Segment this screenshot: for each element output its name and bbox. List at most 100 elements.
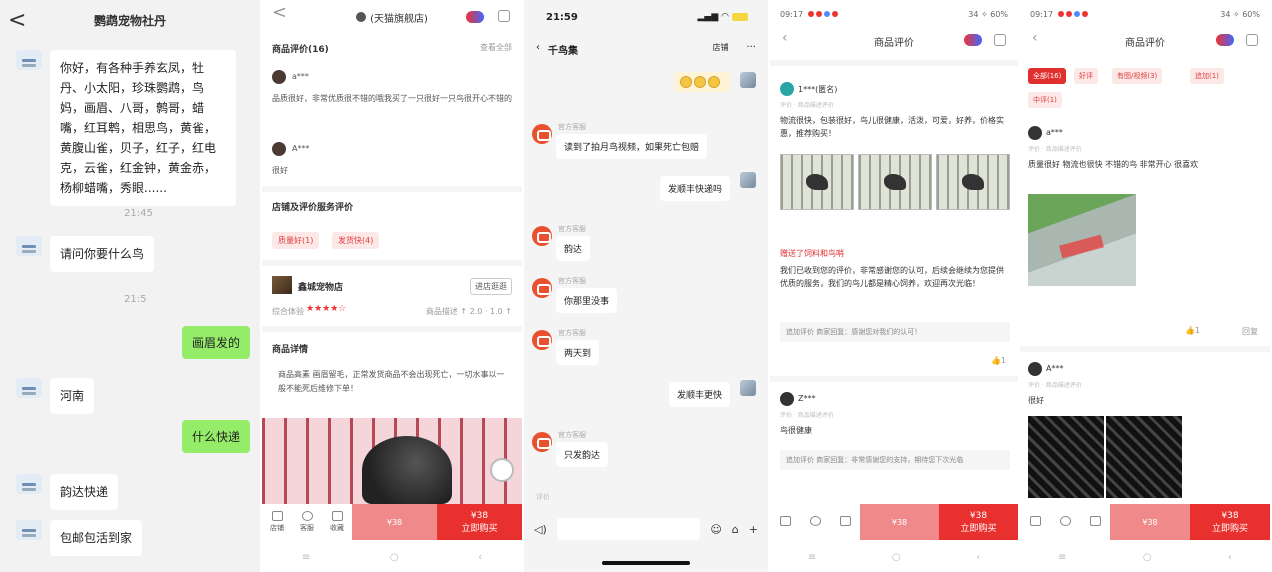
shop-name[interactable]: 鑫城宠物店 (298, 280, 343, 293)
buy-now-button[interactable]: ¥38 立即购买 (1190, 504, 1270, 540)
share-icon[interactable] (498, 10, 510, 22)
timestamp: 21:45 (124, 208, 153, 219)
chat-header: ‹ 千鸟集 店铺 ··· (536, 42, 756, 57)
share-icon[interactable] (994, 34, 1006, 46)
seller-avatar[interactable] (16, 520, 42, 540)
theme-toggle-icon[interactable] (964, 34, 982, 46)
shop-avatar[interactable] (532, 432, 552, 452)
back-chevron-icon[interactable]: ‹ (536, 42, 540, 57)
message-bubble: 两天到 (556, 340, 600, 365)
seller-avatar[interactable] (16, 50, 42, 70)
home-nav-icon[interactable]: ○ (390, 552, 399, 563)
back-arrow-icon[interactable]: < (8, 8, 26, 33)
favorite-icon-button[interactable] (1080, 504, 1110, 540)
buy-now-button[interactable]: ¥38 立即购买 (437, 504, 522, 540)
home-indicator[interactable] (602, 561, 690, 565)
product-photo[interactable] (262, 418, 522, 504)
chat-input-bar: ◁) ☺ ⌂ + (524, 514, 768, 544)
shop-avatar[interactable] (532, 330, 552, 350)
store-name: (天猫旗舰店) (370, 13, 428, 25)
enter-shop-button[interactable]: 进店逛逛 (470, 278, 512, 295)
back-nav-icon[interactable]: ‹ (1228, 552, 1232, 563)
section-divider (262, 326, 522, 332)
home-nav-icon[interactable]: ○ (1143, 552, 1152, 563)
user-avatar (1028, 126, 1042, 140)
message-input[interactable] (556, 518, 701, 540)
store-title[interactable]: (天猫旗舰店) (356, 10, 428, 25)
shop-icon-button[interactable] (770, 504, 800, 540)
favorite-icon-button[interactable]: 收藏 (322, 504, 352, 540)
store-link[interactable]: 店铺 (712, 42, 728, 57)
review-photo[interactable] (1028, 194, 1136, 286)
bird-image (362, 436, 452, 504)
back-arrow-icon[interactable]: < (272, 2, 287, 23)
like-count[interactable]: 👍1 (1185, 326, 1200, 335)
like-count[interactable]: 👍1 (991, 356, 1006, 365)
user-avatar[interactable] (740, 380, 756, 396)
merchant-reply[interactable]: 追加评价 商家回复：感谢您对我们的认可！ (780, 322, 1010, 342)
seller-avatar[interactable] (16, 474, 42, 494)
message-bubble: 你好，有各种手养玄凤，牡丹、小太阳，珍珠鹦鹉，鸟妈，画眉、八哥，鹩哥，蜡嘴，红耳… (50, 50, 236, 206)
user-avatar[interactable] (740, 72, 756, 88)
shop-bag-icon[interactable]: ⌂ (732, 523, 739, 536)
shop-avatar[interactable] (532, 278, 552, 298)
camera-icon[interactable] (490, 458, 514, 482)
review-tag[interactable]: 发货快(4) (332, 232, 380, 249)
merchant-reply[interactable]: 追加评价 商家回复：非常感谢您的支持，期待您下次光临 (780, 450, 1010, 470)
menu-nav-icon[interactable]: ≡ (1058, 552, 1066, 563)
smile-emoji-icon (680, 76, 692, 88)
plus-icon[interactable]: + (749, 523, 758, 536)
message-bubble: 河南 (50, 378, 95, 414)
review-photo[interactable] (858, 154, 932, 210)
more-icon[interactable]: ··· (746, 42, 756, 57)
back-nav-icon[interactable]: ‹ (478, 552, 482, 563)
voice-icon[interactable]: ◁) (534, 523, 547, 536)
add-to-cart-button[interactable]: ¥38 (860, 504, 939, 540)
filter-media-tab[interactable]: 有图/视频(3) (1112, 68, 1163, 84)
shop-avatar[interactable] (532, 226, 552, 246)
review-photo[interactable] (936, 154, 1010, 210)
service-icon-button[interactable]: 客服 (292, 504, 322, 540)
my-message-bubble: 什么快递 (181, 420, 250, 453)
view-all-link[interactable]: 查看全部 (480, 42, 512, 53)
share-icon[interactable] (1246, 34, 1258, 46)
theme-toggle-icon[interactable] (1216, 34, 1234, 46)
eval-hint[interactable]: 评价 (536, 492, 550, 502)
filter-append-tab[interactable]: 追加(1) (1190, 68, 1224, 84)
seller-avatar[interactable] (16, 236, 42, 256)
status-time: 09:17 (780, 10, 804, 19)
review-tag[interactable]: 质量好(1) (272, 232, 320, 249)
reply-button[interactable]: 回复 (1242, 326, 1258, 337)
message-row: 河南 (0, 378, 260, 414)
seller-avatar[interactable] (16, 378, 42, 398)
menu-nav-icon[interactable]: ≡ (302, 552, 310, 563)
shop-icon-button[interactable] (1020, 504, 1050, 540)
user-avatar (1028, 362, 1042, 376)
review-photo[interactable] (1028, 416, 1104, 498)
highlight-text: 赠送了饲料和鸟哨 (780, 249, 844, 258)
user-avatar[interactable] (740, 172, 756, 188)
emoji-icon[interactable]: ☺ (710, 523, 721, 536)
purchase-bar: ¥38 ¥38 立即购买 (1020, 504, 1270, 540)
reviewer-name: a*** (292, 72, 309, 81)
filter-good-tab[interactable]: 好评 (1074, 68, 1098, 84)
menu-nav-icon[interactable]: ≡ (808, 552, 816, 563)
service-icon-button[interactable] (800, 504, 830, 540)
shop-logo[interactable] (272, 276, 292, 294)
add-to-cart-button[interactable]: ¥38 (1110, 504, 1190, 540)
home-nav-icon[interactable]: ○ (892, 552, 901, 563)
battery-icon (732, 12, 748, 21)
add-to-cart-button[interactable]: ¥38 (352, 504, 437, 540)
buy-now-button[interactable]: ¥38 立即购买 (939, 504, 1018, 540)
theme-toggle-icon[interactable] (466, 11, 484, 23)
favorite-icon-button[interactable] (830, 504, 860, 540)
shop-icon-button[interactable]: 店铺 (262, 504, 292, 540)
system-nav-bar: ≡ ○ ‹ (770, 542, 1018, 572)
review-photo[interactable] (780, 154, 854, 210)
review-photo[interactable] (1106, 416, 1182, 498)
service-icon-button[interactable] (1050, 504, 1080, 540)
back-nav-icon[interactable]: ‹ (976, 552, 980, 563)
shop-avatar[interactable] (532, 124, 552, 144)
filter-all-tab[interactable]: 全部(16) (1028, 68, 1067, 84)
filter-mid-tab[interactable]: 中评(1) (1028, 92, 1062, 108)
